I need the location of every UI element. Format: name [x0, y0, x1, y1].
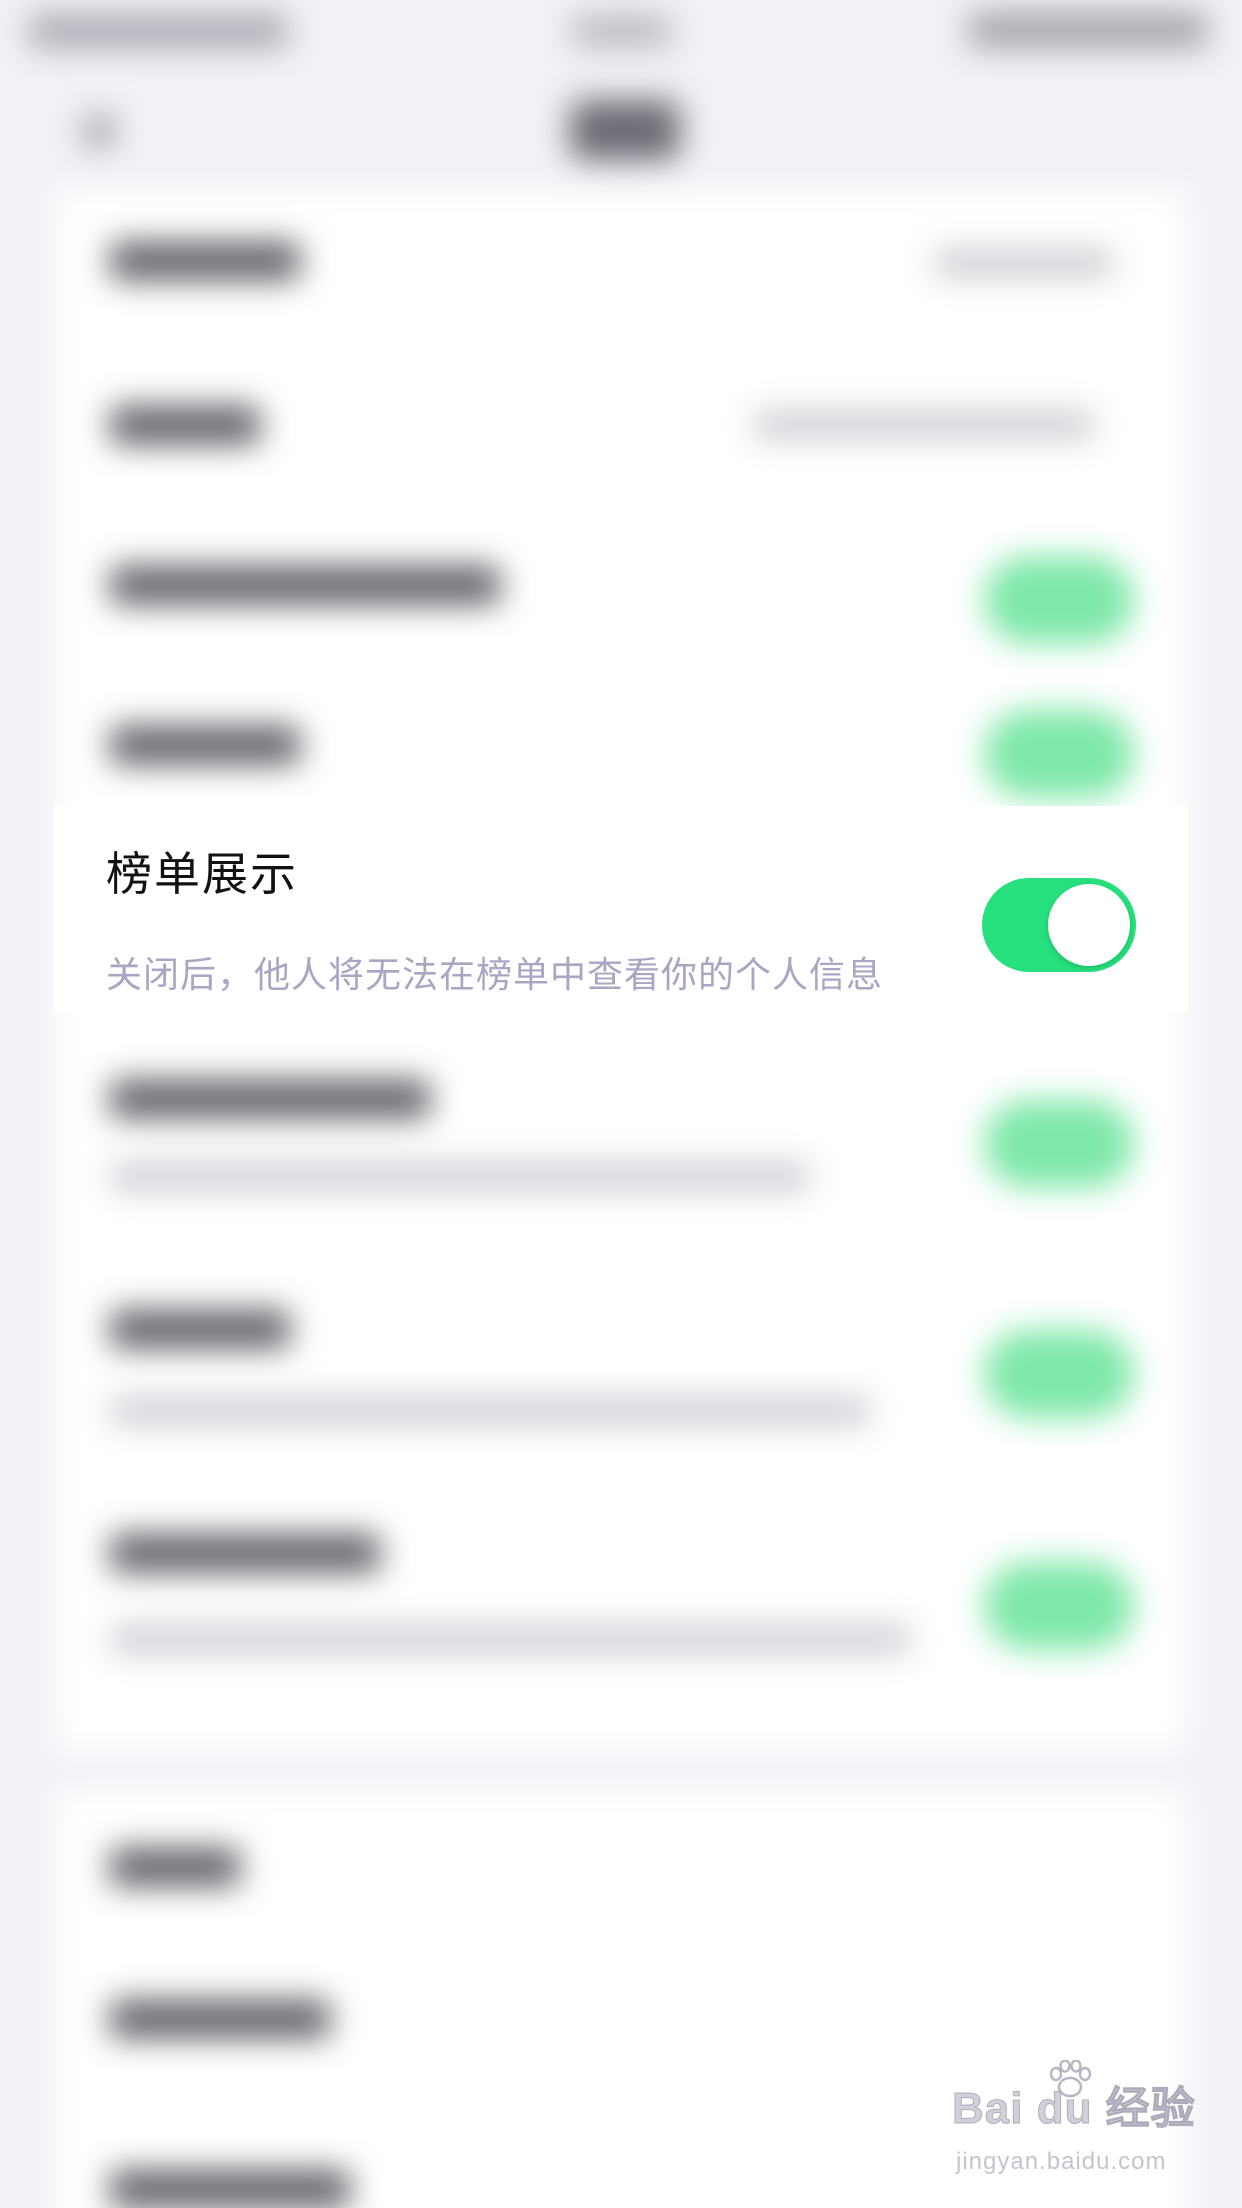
leaderboard-display-toggle[interactable] — [982, 878, 1136, 972]
watermark-url: jingyan.baidu.com — [956, 2148, 1167, 2175]
settings-page: 榜单展示 关闭后，他人将无法在榜单中查看你的个人信息 Bai du 经验 jin… — [0, 0, 1242, 2208]
blurred-row — [54, 340, 1188, 510]
nav-title — [570, 100, 680, 160]
watermark-brand: Bai du 经验 — [952, 2084, 1196, 2134]
blurred-row-title — [110, 406, 260, 444]
blurred-row-title — [110, 726, 300, 764]
blurred-row — [54, 1790, 1188, 1950]
status-bar-time — [572, 16, 672, 46]
blurred-row-value — [754, 412, 1094, 438]
blurred-row — [54, 510, 1188, 670]
blurred-row-subtitle — [110, 1398, 870, 1424]
blurred-row-title — [110, 2000, 330, 2038]
status-bar-right — [968, 12, 1208, 48]
blurred-row-title — [110, 1310, 290, 1348]
blurred-row-title — [110, 1080, 430, 1118]
nav-bar — [0, 70, 1242, 190]
status-bar — [0, 0, 1242, 70]
blurred-toggle — [984, 1100, 1134, 1188]
blurred-row — [54, 1280, 1188, 1500]
blurred-row-title — [110, 242, 300, 280]
blurred-row-title — [110, 2170, 350, 2208]
setting-row-leaderboard-display[interactable]: 榜单展示 关闭后，他人将无法在榜单中查看你的个人信息 — [54, 806, 1188, 1012]
blurred-toggle — [984, 556, 1134, 644]
toggle-knob — [1048, 884, 1130, 966]
blurred-row — [54, 1500, 1188, 1730]
blurred-row-title — [110, 1534, 380, 1572]
setting-title: 榜单展示 — [106, 847, 298, 901]
blurred-row-subtitle — [110, 1164, 810, 1190]
blurred-background — [0, 0, 1242, 2208]
blurred-row-subtitle — [110, 1626, 910, 1652]
status-bar-left — [28, 14, 288, 48]
blurred-toggle — [984, 1562, 1134, 1650]
blurred-toggle — [984, 710, 1134, 798]
back-icon — [84, 116, 114, 146]
blurred-row — [54, 1040, 1188, 1280]
setting-description: 关闭后，他人将无法在榜单中查看你的个人信息 — [106, 955, 884, 996]
blurred-row — [54, 670, 1188, 820]
blurred-row-title — [110, 566, 500, 604]
blurred-row-title — [110, 1848, 240, 1886]
baidu-jingyan-watermark: Bai du 经验 jingyan.baidu.com — [950, 2060, 1195, 2186]
blurred-toggle — [984, 1330, 1134, 1418]
blurred-row — [54, 190, 1188, 340]
blurred-row-value — [934, 250, 1114, 276]
